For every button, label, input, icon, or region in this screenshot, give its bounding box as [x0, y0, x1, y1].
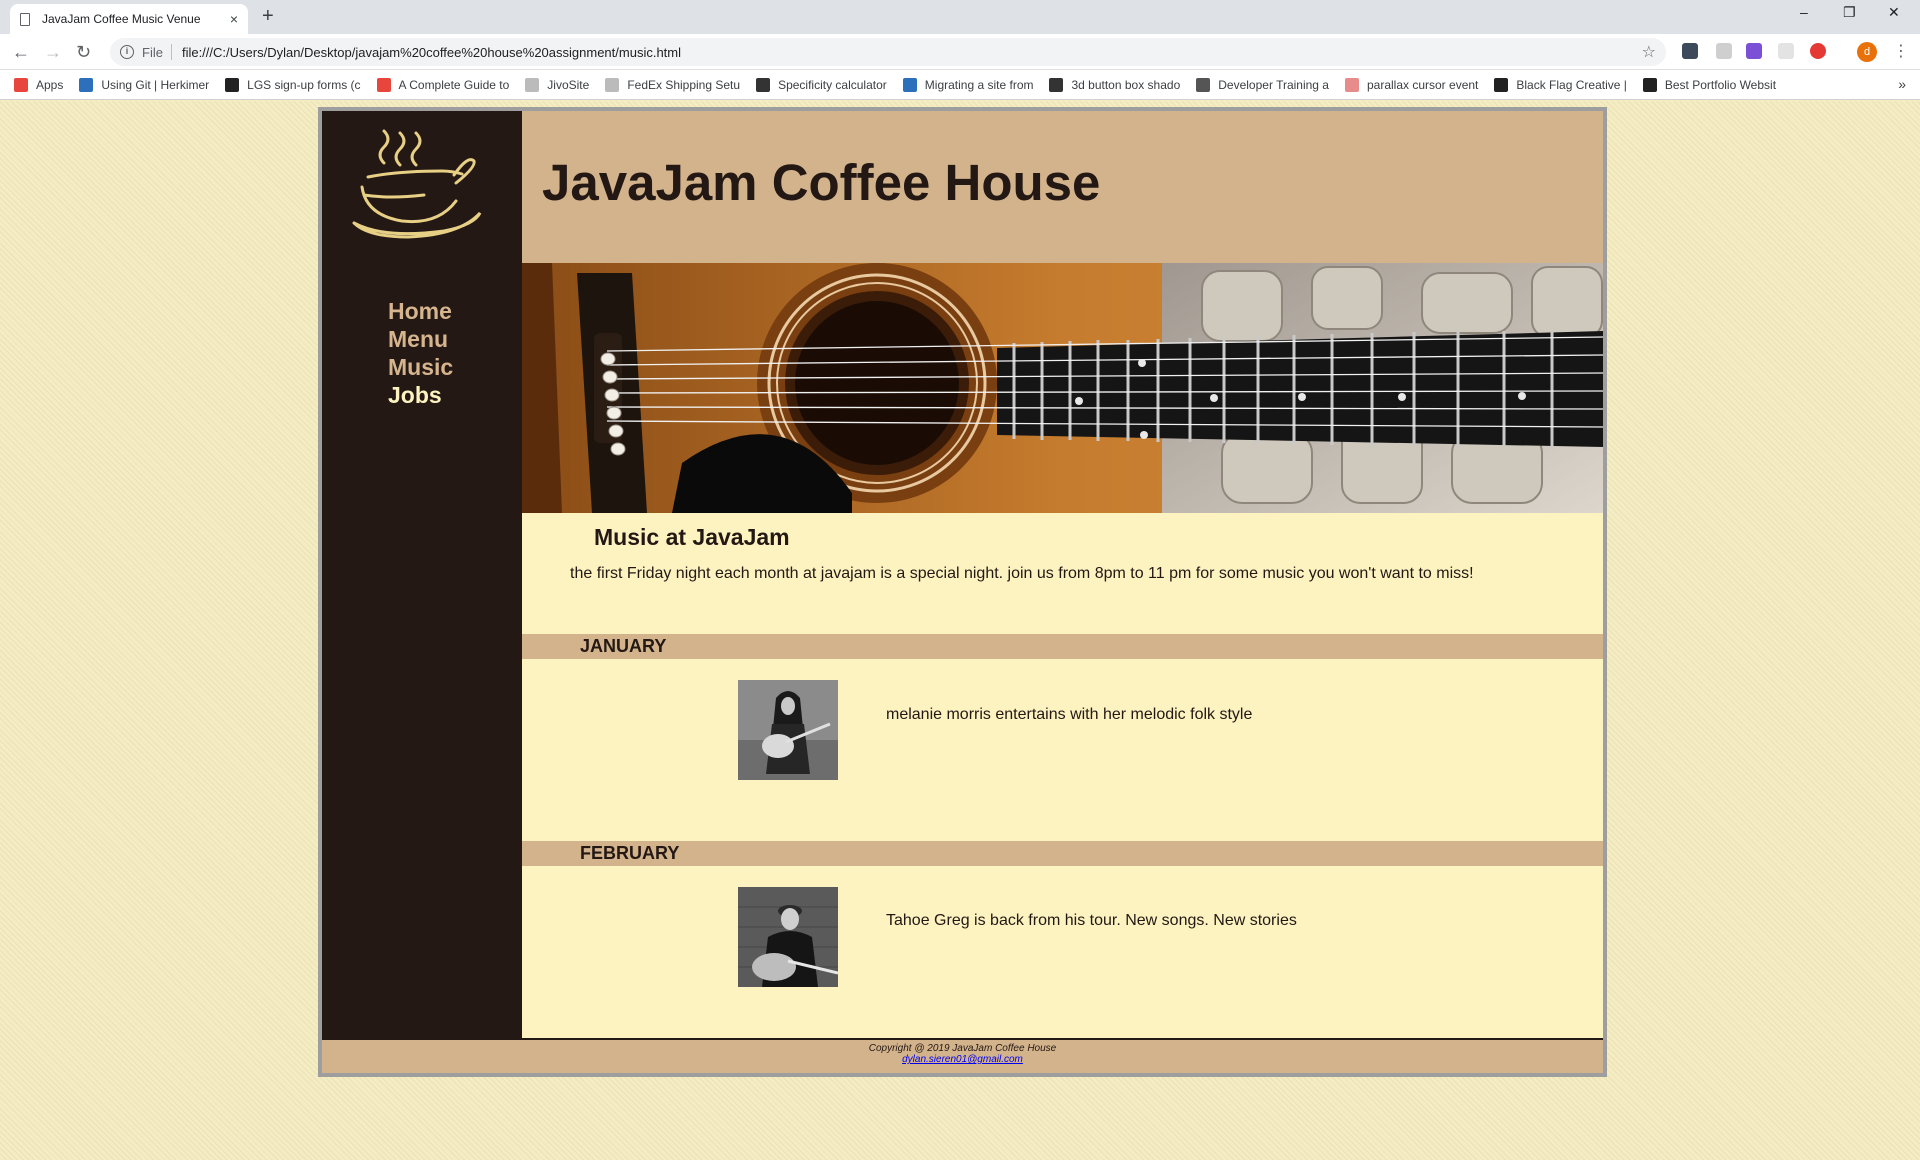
bookmark-item[interactable]: A Complete Guide to	[376, 77, 510, 92]
back-button[interactable]: ←	[12, 42, 30, 63]
apps-grid-icon	[14, 77, 28, 92]
address-url[interactable]: file:///C:/Users/Dylan/Desktop/javajam%2…	[182, 45, 1642, 60]
nav-link-menu[interactable]: Menu	[388, 325, 453, 353]
bookmark-label: Apps	[36, 77, 64, 92]
bookmark-favicon-icon	[1049, 77, 1064, 92]
artist-description-february: Tahoe Greg is back from his tour. New so…	[886, 912, 1297, 929]
person-guitar-photo-icon	[738, 680, 838, 780]
bookmark-favicon-icon	[1642, 77, 1657, 92]
bookmark-favicon-icon	[376, 77, 391, 92]
bookmark-item[interactable]: Migrating a site from	[902, 77, 1034, 92]
bookmark-label: LGS sign-up forms (c	[247, 77, 361, 92]
copyright-text: Copyright @ 2019 JavaJam Coffee House	[868, 1043, 1057, 1054]
bookmark-label: Best Portfolio Websit	[1664, 77, 1777, 92]
bookmark-favicon-icon	[605, 77, 620, 92]
artist-description-january: melanie morris entertains with her melod…	[886, 706, 1253, 723]
bookmark-label: JivoSite	[547, 77, 590, 92]
bookmark-item[interactable]: JivoSite	[525, 77, 590, 92]
forward-button[interactable]: →	[44, 42, 62, 63]
artist-photo-melanie	[738, 680, 838, 780]
bookmark-favicon-icon	[756, 77, 771, 92]
bookmark-item[interactable]: Apps	[14, 77, 64, 92]
bookmark-favicon-icon	[902, 77, 917, 92]
bookmark-item[interactable]: Developer Training a	[1196, 77, 1329, 92]
bookmark-favicon-icon	[1344, 77, 1359, 92]
bookmark-item[interactable]: Black Flag Creative |	[1494, 77, 1627, 92]
address-bar[interactable]: i File file:///C:/Users/Dylan/Desktop/ja…	[110, 38, 1666, 66]
bookmark-item[interactable]: 3d button box shado	[1049, 77, 1181, 92]
tab-title: JavaJam Coffee Music Venue	[42, 12, 201, 26]
address-scheme: File	[142, 44, 163, 60]
bookmark-label: Using Git | Herkimer	[101, 77, 210, 92]
info-icon[interactable]: i	[120, 45, 134, 59]
bookmarks-overflow-button[interactable]: »	[1898, 76, 1906, 92]
nav-link-home[interactable]: Home	[388, 297, 453, 325]
bookmark-item[interactable]: Using Git | Herkimer	[79, 77, 210, 92]
close-window-button[interactable]: ✕	[1888, 4, 1900, 21]
site-header: JavaJam Coffee House	[522, 111, 1603, 263]
bookmark-item[interactable]: Best Portfolio Websit	[1642, 77, 1777, 92]
month-header-february: FEBRUARY	[522, 841, 1603, 866]
nav-link-jobs[interactable]: Jobs	[388, 381, 453, 409]
bookmark-item[interactable]: Specificity calculator	[756, 77, 887, 92]
new-tab-button[interactable]: +	[262, 5, 274, 28]
bookmark-favicon-icon	[1196, 77, 1211, 92]
bookmark-item[interactable]: LGS sign-up forms (c	[225, 77, 361, 92]
page-heading: Music at JavaJam	[594, 524, 790, 550]
browser-tab[interactable]: JavaJam Coffee Music Venue ×	[10, 4, 248, 34]
bookmark-label: A Complete Guide to	[398, 77, 510, 92]
document-icon	[20, 12, 30, 26]
guitar-hero-image	[522, 263, 1603, 513]
bookmarks-bar: Apps Using Git | Herkimer LGS sign-up form…	[0, 70, 1920, 100]
bookmark-label: FedEx Shipping Setu	[627, 77, 741, 92]
bookmark-favicon-icon	[79, 77, 94, 92]
profile-avatar[interactable]: d	[1857, 42, 1877, 62]
bookmark-label: 3d button box shado	[1071, 77, 1181, 92]
browser-menu-icon[interactable]: ⋮	[1893, 41, 1909, 61]
artist-photo-tahoe-greg	[738, 887, 838, 987]
left-column: Home Menu Music Jobs	[322, 111, 522, 1038]
bookmark-favicon-icon	[525, 77, 540, 92]
restore-button[interactable]: ❐	[1843, 4, 1856, 21]
main-nav: Home Menu Music Jobs	[388, 297, 453, 409]
intro-text: the first Friday night each month at jav…	[570, 565, 1474, 582]
site-footer: Copyright @ 2019 JavaJam Coffee House dy…	[322, 1038, 1603, 1073]
month-header-january: JANUARY	[522, 634, 1603, 659]
extension-icon[interactable]	[1810, 43, 1826, 59]
tab-bar: JavaJam Coffee Music Venue × + – ❐ ✕	[0, 0, 1920, 34]
minimize-button[interactable]: –	[1800, 4, 1808, 20]
month-name: FEBRUARY	[580, 843, 680, 863]
nav-link-music[interactable]: Music	[388, 353, 453, 381]
bookmark-favicon-icon	[1494, 77, 1509, 92]
bookmark-label: Developer Training a	[1218, 77, 1329, 92]
extension-icon[interactable]	[1746, 43, 1762, 59]
bookmark-star-icon[interactable]: ☆	[1642, 42, 1656, 62]
reload-button[interactable]: ↻	[76, 42, 91, 63]
extension-icon[interactable]	[1778, 43, 1794, 59]
bookmark-label: Black Flag Creative |	[1516, 77, 1627, 92]
month-name: JANUARY	[580, 636, 667, 656]
bookmark-favicon-icon	[225, 77, 240, 92]
main-content: Music at JavaJam the first Friday night …	[522, 513, 1603, 1038]
extension-icon[interactable]	[1716, 43, 1732, 59]
browser-toolbar: ← → ↻ i File file:///C:/Users/Dylan/Desk…	[0, 34, 1920, 70]
bookmark-item[interactable]: FedEx Shipping Setu	[605, 77, 741, 92]
address-separator	[170, 44, 172, 60]
page-background: Home Menu Music Jobs JavaJam Coffee Hous…	[0, 101, 1920, 1160]
guitar-photo	[522, 263, 1603, 513]
tab-close-icon[interactable]: ×	[230, 11, 238, 27]
footer-email-link[interactable]: dylan.sieren01@gmail.com	[902, 1054, 1023, 1065]
bookmark-item[interactable]: parallax cursor event	[1344, 77, 1479, 92]
extension-icon[interactable]	[1682, 43, 1698, 59]
person-guitar-photo-icon	[738, 887, 838, 987]
bookmark-label: Migrating a site from	[924, 77, 1034, 92]
bookmark-label: parallax cursor event	[1366, 77, 1479, 92]
site-wrapper: Home Menu Music Jobs JavaJam Coffee Hous…	[318, 107, 1607, 1077]
bookmark-label: Specificity calculator	[778, 77, 887, 92]
coffee-cup-logo-icon	[352, 129, 482, 239]
site-title: JavaJam Coffee House	[542, 154, 1101, 211]
